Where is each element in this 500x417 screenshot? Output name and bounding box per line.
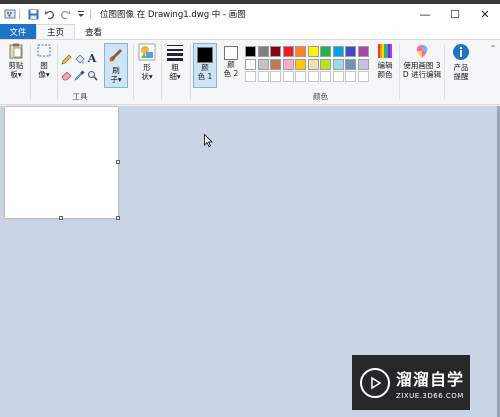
text-icon[interactable]: A <box>86 52 98 65</box>
drawing-canvas[interactable] <box>5 107 118 218</box>
color-picker-icon[interactable] <box>73 69 85 81</box>
image-label-1: 图 <box>40 61 48 70</box>
color1-label-1: 颜 <box>201 63 209 72</box>
paint3d-button[interactable]: 使用画图 3 D 进行编辑 <box>401 43 443 79</box>
shapes-label-2: 状▾ <box>141 72 153 81</box>
watermark-play-icon <box>360 367 390 398</box>
paint3d-label-1: 使用画图 3 <box>403 61 441 70</box>
color2-button[interactable]: 颜 色 2 <box>219 43 243 78</box>
paint-window: 位图图像 在 Drawing1.dwg 中 - 画图 — ☐ ✕ 文件 主页 查… <box>0 4 500 417</box>
divider <box>444 44 445 100</box>
resize-handle-bottom[interactable] <box>59 216 63 220</box>
divider <box>30 44 31 100</box>
minimize-button[interactable]: — <box>410 4 440 24</box>
window-controls: — ☐ ✕ <box>410 4 500 24</box>
title-bar: 位图图像 在 Drawing1.dwg 中 - 画图 — ☐ ✕ <box>0 4 500 24</box>
shapes-icon <box>138 43 156 63</box>
window-title: 位图图像 在 Drawing1.dwg 中 - 画图 <box>100 10 246 20</box>
paint-app-icon[interactable] <box>4 8 16 20</box>
redo-icon[interactable] <box>59 8 71 20</box>
info-icon <box>452 43 470 63</box>
ribbon-tabs: 文件 主页 查看 <box>0 24 500 39</box>
product-alert-label-1: 产品 <box>453 63 469 72</box>
brushes-label-1: 刷 <box>112 66 120 75</box>
shapes-button[interactable]: 形 状▾ <box>136 43 158 81</box>
product-alert-button[interactable]: 产品 提醒 <box>447 43 475 81</box>
watermark-title: 溜溜自学 <box>396 369 465 389</box>
magnifier-icon[interactable] <box>86 69 98 81</box>
clipboard-label-2: 板▾ <box>10 70 22 79</box>
colors-group-label: 颜色 <box>313 92 328 101</box>
shapes-label-1: 形 <box>143 63 151 72</box>
color1-button[interactable]: 颜 色 1 <box>193 43 217 88</box>
clipboard-label-1: 剪贴 <box>8 61 24 70</box>
size-button[interactable]: 粗 细▾ <box>164 43 186 81</box>
size-label-2: 细▾ <box>169 72 181 81</box>
brushes-button[interactable]: 刷 子▾ <box>104 43 128 88</box>
watermark: 溜溜自学 ZIXUE.3D66.COM <box>352 355 470 410</box>
product-alert-label-2: 提醒 <box>453 72 469 81</box>
color2-swatch <box>224 46 238 60</box>
mouse-cursor-icon <box>204 133 213 149</box>
image-label-2: 像▾ <box>38 70 50 79</box>
divider <box>161 44 162 100</box>
paint3d-label-2: D 进行编辑 <box>402 70 442 79</box>
divider <box>133 44 134 100</box>
customize-quick-access-icon[interactable] <box>75 8 87 20</box>
color1-label-2: 色 1 <box>197 72 213 81</box>
undo-icon[interactable] <box>43 8 55 20</box>
divider <box>399 44 400 100</box>
brush-icon <box>107 46 125 66</box>
collapse-ribbon-icon[interactable]: ⌃ <box>487 42 499 54</box>
paint3d-icon <box>414 43 430 61</box>
select-icon <box>36 43 52 61</box>
color1-swatch <box>197 47 213 63</box>
pencil-icon[interactable] <box>60 53 72 65</box>
tab-file[interactable]: 文件 <box>0 24 36 39</box>
color2-label-1: 颜 <box>227 60 235 69</box>
tools-group-label: 工具 <box>72 92 88 101</box>
maximize-button[interactable]: ☐ <box>440 4 470 24</box>
eraser-icon[interactable] <box>60 69 72 81</box>
brushes-label-2: 子▾ <box>110 75 122 84</box>
tab-view[interactable]: 查看 <box>75 24 112 39</box>
color2-label-2: 色 2 <box>223 69 239 78</box>
tab-home[interactable]: 主页 <box>36 24 76 39</box>
colors-group: 颜色 <box>243 40 398 104</box>
watermark-subtitle: ZIXUE.3D66.COM <box>396 391 464 400</box>
image-button[interactable]: 图 像▾ <box>33 43 55 79</box>
save-icon[interactable] <box>27 8 39 20</box>
divider <box>19 9 20 19</box>
resize-handle-corner[interactable] <box>116 216 120 220</box>
tools-group: A 工具 <box>58 40 102 104</box>
clipboard-icon <box>9 43 23 61</box>
line-width-icon <box>166 43 184 63</box>
canvas-workspace[interactable]: 溜溜自学 ZIXUE.3D66.COM <box>0 106 500 417</box>
size-label-1: 粗 <box>171 63 179 72</box>
resize-handle-right[interactable] <box>116 160 120 164</box>
close-button[interactable]: ✕ <box>470 4 500 24</box>
divider <box>190 44 191 100</box>
fill-icon[interactable] <box>73 53 85 65</box>
ribbon: 剪贴 板▾ 图 像▾ A 工具 刷 子▾ 形 状▾ 粗 细▾ 颜 色 1 颜 色… <box>0 39 500 105</box>
divider <box>90 9 91 19</box>
clipboard-button[interactable]: 剪贴 板▾ <box>5 43 27 79</box>
